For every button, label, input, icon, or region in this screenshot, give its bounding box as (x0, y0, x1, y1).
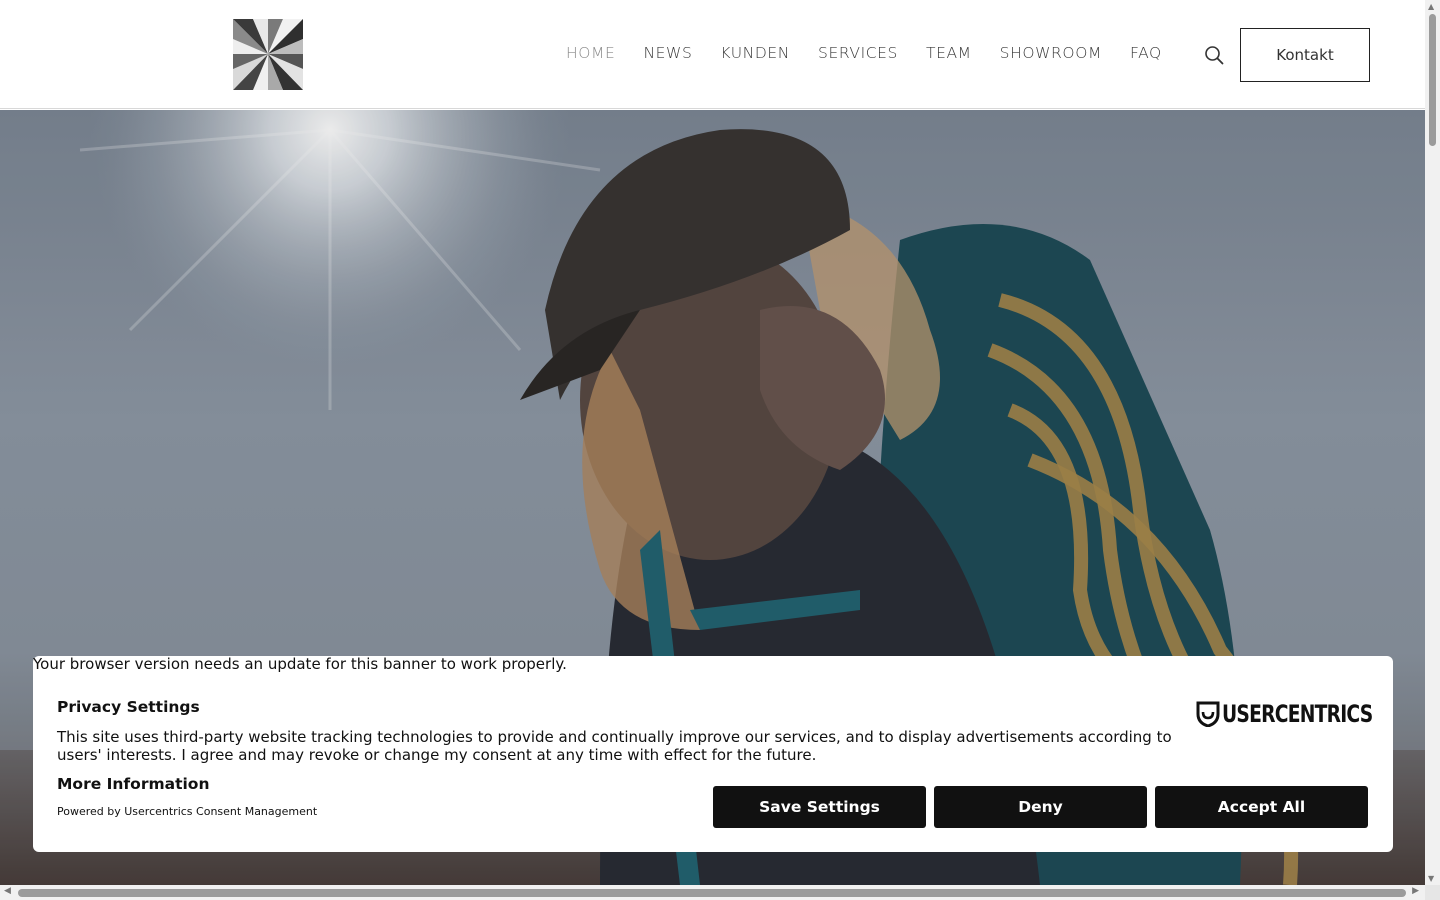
nav-faq[interactable]: FAQ (1130, 44, 1162, 62)
accept-all-button[interactable]: Accept All (1155, 786, 1368, 828)
scroll-right-arrow-icon[interactable]: ▶ (1412, 886, 1419, 896)
vertical-scroll-thumb[interactable] (1429, 14, 1436, 146)
contact-button[interactable]: Kontakt (1240, 28, 1370, 82)
consent-text: This site uses third-party website track… (57, 728, 1172, 764)
horizontal-scroll-thumb[interactable] (18, 889, 1406, 897)
nav-home[interactable]: HOME (566, 44, 615, 62)
nav-news[interactable]: NEWS (643, 44, 692, 62)
browser-update-warning: Your browser version needs an update for… (33, 655, 567, 673)
scroll-up-arrow-icon[interactable]: ▲ (1428, 2, 1434, 11)
scroll-left-arrow-icon[interactable]: ◀ (4, 886, 11, 896)
usercentrics-logo: USERCENTRICS (1196, 700, 1415, 728)
consent-banner: Privacy Settings This site uses third-pa… (33, 656, 1393, 852)
scrollbar-corner (1425, 885, 1440, 900)
consent-title: Privacy Settings (57, 698, 200, 716)
site-header: HOME NEWS KUNDEN SERVICES TEAM SHOWROOM … (0, 0, 1425, 109)
save-settings-button[interactable]: Save Settings (713, 786, 926, 828)
horizontal-scrollbar[interactable]: ◀ ▶ (0, 885, 1425, 900)
nav-services[interactable]: SERVICES (818, 44, 898, 62)
more-information-link[interactable]: More Information (57, 775, 209, 793)
usercentrics-wordmark: USERCENTRICS (1222, 700, 1373, 728)
deny-button[interactable]: Deny (934, 786, 1147, 828)
vertical-scrollbar[interactable]: ▲ ▼ (1425, 0, 1440, 885)
scroll-down-arrow-icon[interactable]: ▼ (1428, 874, 1434, 883)
powered-by-link[interactable]: Powered by Usercentrics Consent Manageme… (57, 805, 317, 818)
search-icon[interactable] (1204, 45, 1224, 65)
main-nav: HOME NEWS KUNDEN SERVICES TEAM SHOWROOM … (566, 44, 1190, 62)
nav-showroom[interactable]: SHOWROOM (1000, 44, 1102, 62)
shield-icon (1196, 701, 1220, 727)
site-logo[interactable] (233, 19, 303, 90)
nav-kunden[interactable]: KUNDEN (720, 44, 790, 62)
nav-team[interactable]: TEAM (926, 44, 972, 62)
